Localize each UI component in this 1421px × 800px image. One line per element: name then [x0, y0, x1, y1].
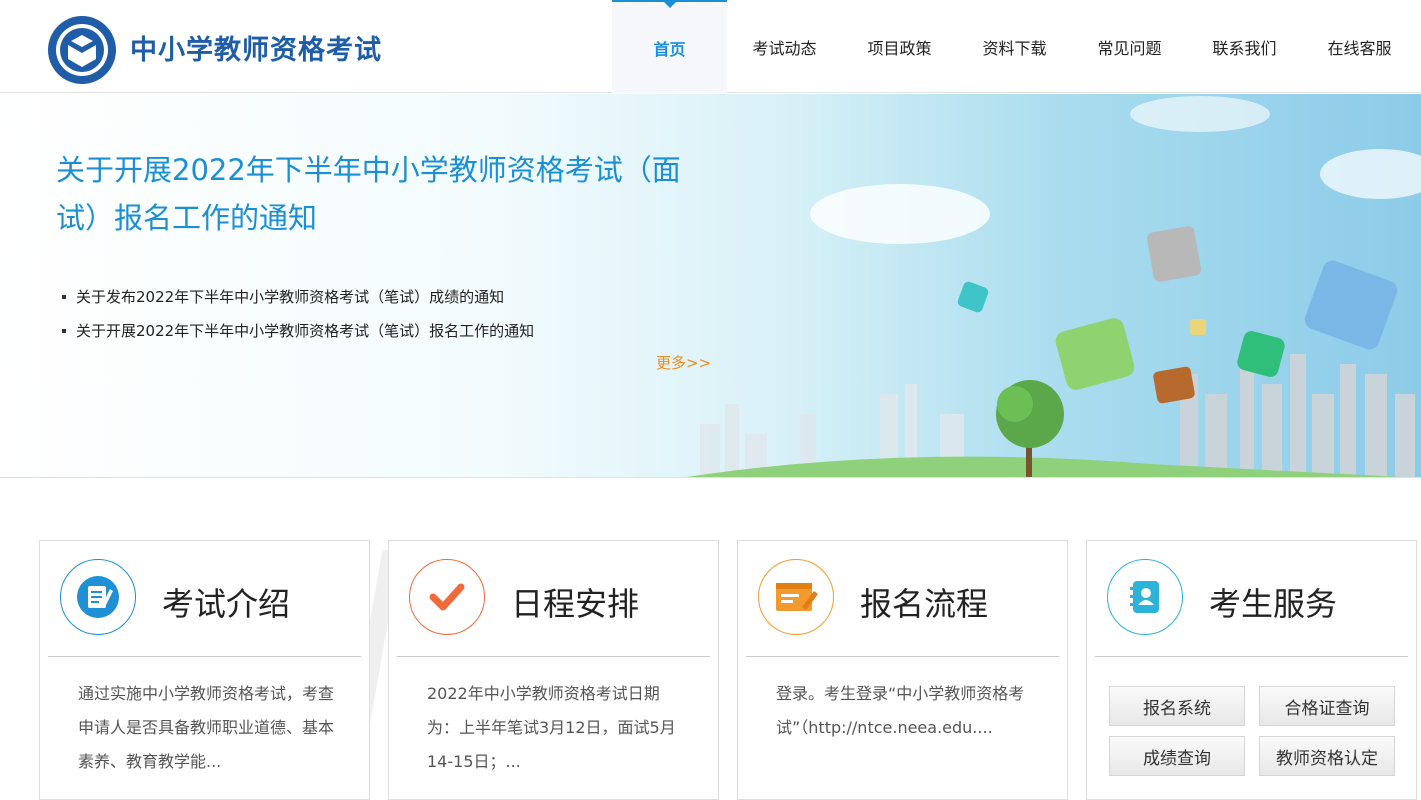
site-title[interactable]: 中小学教师资格考试 — [130, 28, 382, 67]
nav-item-online-service[interactable]: 在线客服 — [1302, 0, 1417, 93]
card-summary: 通过实施中小学教师资格考试，考查申请人是否具备教师职业道德、基本素养、教育教学能… — [78, 684, 335, 771]
card-summary: 登录。考生登录“中小学教师资格考试”（http://ntce.neea.edu.… — [776, 684, 1025, 737]
card-registration-process[interactable]: 报名流程 登录。考生登录“中小学教师资格考试”（http://ntce.neea… — [737, 540, 1068, 800]
news-list: 关于发布2022年下半年中小学教师资格考试（笔试）成绩的通知 关于开展2022年… — [62, 280, 702, 348]
news-item[interactable]: 关于开展2022年下半年中小学教师资格考试（笔试）报名工作的通知 — [62, 314, 702, 348]
nav-item-faq[interactable]: 常见问题 — [1072, 0, 1187, 93]
card-summary: 2022年中小学教师资格考试日期为：上半年笔试3月12日，面试5月14-15日；… — [427, 684, 676, 771]
registration-system-button[interactable]: 报名系统 — [1109, 686, 1245, 726]
contact-book-icon — [1107, 559, 1183, 635]
score-query-button[interactable]: 成绩查询 — [1109, 736, 1245, 776]
logo-icon[interactable] — [44, 15, 120, 85]
card-title: 考试介绍 — [162, 585, 291, 623]
card-candidate-services: 考生服务 报名系统 合格证查询 成绩查询 教师资格认定 — [1086, 540, 1417, 800]
document-edit-icon — [60, 559, 136, 635]
card-schedule[interactable]: 日程安排 2022年中小学教师资格考试日期为：上半年笔试3月12日，面试5月14… — [388, 540, 719, 800]
info-cards: 考试介绍 通过实施中小学教师资格考试，考查申请人是否具备教师职业道德、基本素养、… — [0, 479, 1421, 800]
nav-item-home[interactable]: 首页 — [612, 0, 727, 93]
registration-form-icon — [758, 559, 834, 635]
more-link[interactable]: 更多>> — [656, 352, 711, 373]
divider — [397, 656, 710, 657]
site-header: 中小学教师资格考试 首页 考试动态 项目政策 资料下载 常见问题 联系我们 在线… — [0, 0, 1421, 93]
banner-headline[interactable]: 关于开展2022年下半年中小学教师资格考试（面试）报名工作的通知 — [56, 146, 696, 242]
certificate-query-button[interactable]: 合格证查询 — [1259, 686, 1395, 726]
nav-item-contact[interactable]: 联系我们 — [1187, 0, 1302, 93]
card-title: 报名流程 — [860, 585, 989, 623]
nav-item-downloads[interactable]: 资料下载 — [957, 0, 1072, 93]
news-item[interactable]: 关于发布2022年下半年中小学教师资格考试（笔试）成绩的通知 — [62, 280, 702, 314]
card-exam-intro[interactable]: 考试介绍 通过实施中小学教师资格考试，考查申请人是否具备教师职业道德、基本素养、… — [39, 540, 370, 800]
card-title: 日程安排 — [511, 585, 640, 623]
card-title: 考生服务 — [1209, 585, 1338, 623]
nav-item-policy[interactable]: 项目政策 — [842, 0, 957, 93]
nav-item-exam-news[interactable]: 考试动态 — [727, 0, 842, 93]
checkmark-icon — [409, 559, 485, 635]
divider — [1095, 656, 1408, 657]
main-nav: 首页 考试动态 项目政策 资料下载 常见问题 联系我们 在线客服 — [612, 0, 1417, 93]
divider — [48, 656, 361, 657]
banner: 关于开展2022年下半年中小学教师资格考试（面试）报名工作的通知 关于发布202… — [0, 94, 1421, 478]
divider — [746, 656, 1059, 657]
teacher-qualification-button[interactable]: 教师资格认定 — [1259, 736, 1395, 776]
